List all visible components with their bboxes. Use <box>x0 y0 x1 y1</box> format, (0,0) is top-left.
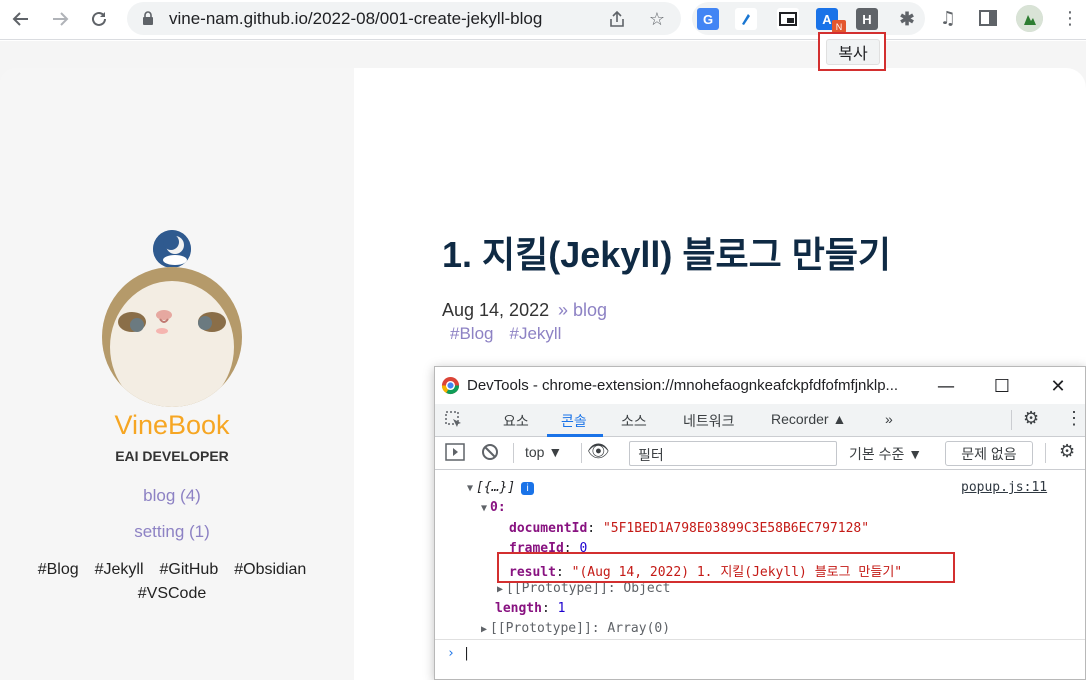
tab-sources[interactable]: 소스 <box>621 411 647 431</box>
chrome-icon <box>441 376 460 395</box>
sidebar-tag[interactable]: #GitHub <box>160 561 219 578</box>
post-category[interactable]: » blog <box>558 300 607 321</box>
collapsed-triangle-icon[interactable]: ▶ <box>497 584 503 595</box>
bookmark-star-icon[interactable]: ☆ <box>645 7 669 31</box>
console-prompt-divider <box>435 639 1085 640</box>
post-tags: #Blog #Jekyll <box>450 324 577 344</box>
sidebar-tag[interactable]: #VSCode <box>138 585 207 602</box>
minimize-icon[interactable]: — <box>931 373 961 399</box>
live-expression-eye-icon[interactable]: 👁 <box>587 441 610 462</box>
address-bar[interactable]: vine-nam.github.io/2022-08/001-create-je… <box>127 2 681 35</box>
inspect-element-icon[interactable] <box>445 411 463 432</box>
index-key: 0: <box>490 500 506 515</box>
puzzle-extensions-icon[interactable]: ✱ <box>896 8 918 30</box>
array-preview: [{…}] <box>476 480 516 495</box>
sidebar-tag-list-row2: #VSCode <box>0 585 344 603</box>
issues-button[interactable]: 문제 없음 <box>945 441 1033 466</box>
console-row-index[interactable]: ▼ 0: <box>481 500 506 515</box>
expand-triangle-icon[interactable]: ▼ <box>481 503 487 514</box>
site-subtitle: EAI DEVELOPER <box>115 448 229 464</box>
console-log-root[interactable]: ▼ [{…}] i <box>467 480 535 495</box>
result-highlight-box <box>497 552 955 583</box>
sidebar-link-setting[interactable]: setting (1) <box>0 522 344 542</box>
divider <box>1045 443 1046 463</box>
back-icon[interactable] <box>8 6 34 32</box>
url-text: vine-nam.github.io/2022-08/001-create-je… <box>169 9 543 28</box>
maximize-icon[interactable]: ☐ <box>987 373 1017 399</box>
console-row-prototype-array[interactable]: ▶ [[Prototype]]: Array(0) <box>481 621 670 636</box>
collapsed-triangle-icon[interactable]: ▶ <box>481 624 487 635</box>
lock-icon <box>143 11 153 25</box>
console-settings-gear-icon[interactable]: ⚙ <box>1059 441 1075 462</box>
tab-elements[interactable]: 요소 <box>503 411 529 431</box>
sidebar-link-blog[interactable]: blog (4) <box>0 486 344 506</box>
post-title: 1. 지킬(Jekyll) 블로그 만들기 <box>442 234 892 275</box>
devtools-window: DevTools - chrome-extension://mnohefaogn… <box>434 366 1086 680</box>
divider <box>513 443 514 463</box>
info-icon: i <box>521 482 535 495</box>
divider <box>1011 410 1012 430</box>
console-prompt[interactable]: › | <box>447 646 470 661</box>
console-filter-input[interactable]: 필터 <box>629 441 837 466</box>
post-tag[interactable]: #Jekyll <box>509 324 561 343</box>
devtools-more-icon[interactable]: ⋮ <box>1065 408 1083 429</box>
devtools-title: DevTools - chrome-extension://mnohefaogn… <box>467 377 899 394</box>
category-link[interactable]: blog <box>573 300 607 320</box>
log-level-selector[interactable]: 기본 수준 ▼ <box>849 444 922 464</box>
tab-more[interactable]: » <box>885 411 893 427</box>
screen: vine-nam.github.io/2022-08/001-create-je… <box>0 0 1086 680</box>
profile-cat-photo <box>102 267 242 407</box>
more-menu-icon[interactable]: ⋮ <box>1058 6 1082 30</box>
side-panel-icon[interactable] <box>976 6 1000 30</box>
console-toolbar: top ▼ 👁 필터 기본 수준 ▼ 문제 없음 ⚙ <box>435 437 1085 470</box>
console-row-length: length: 1 <box>495 601 566 616</box>
settings-gear-icon[interactable]: ⚙ <box>1023 408 1039 429</box>
extension-h-icon[interactable]: H <box>856 8 878 30</box>
post-tag[interactable]: #Blog <box>450 324 493 343</box>
profile-avatar[interactable] <box>1016 5 1043 32</box>
devtools-titlebar: DevTools - chrome-extension://mnohefaogn… <box>435 367 1085 404</box>
expand-triangle-icon[interactable]: ▼ <box>467 483 473 494</box>
tab-recorder[interactable]: Recorder ▲ <box>771 411 846 427</box>
site-title[interactable]: VineBook <box>0 410 344 441</box>
tooltip-highlight: 복사 <box>818 32 886 71</box>
prop-value: 1 <box>557 601 566 616</box>
prototype-value: [[Prototype]]: Array(0) <box>490 621 671 636</box>
browser-toolbar: vine-nam.github.io/2022-08/001-create-je… <box>0 0 1086 40</box>
copy-tooltip: 복사 <box>826 39 880 65</box>
extensions-bar: G A H ✱ <box>692 2 925 35</box>
source-link[interactable]: popup.js:11 <box>961 480 1047 495</box>
prototype-value: [[Prototype]]: Object <box>506 581 671 596</box>
site-logo-moon[interactable] <box>153 230 191 268</box>
prop-value: "5F1BED1A798E03899C3E58B6EC797128" <box>602 521 870 536</box>
category-prefix: » <box>558 300 569 320</box>
console-row-prototype-object[interactable]: ▶ [[Prototype]]: Object <box>497 581 670 596</box>
close-icon[interactable]: ✕ <box>1043 373 1073 399</box>
sidebar-toggle-icon[interactable] <box>445 443 465 464</box>
clear-console-icon[interactable] <box>481 443 499 464</box>
picture-in-picture-icon[interactable] <box>777 8 799 30</box>
extension-dark-icon[interactable] <box>735 8 757 30</box>
sidebar-tag[interactable]: #Jekyll <box>95 561 144 578</box>
tab-console[interactable]: 콘솔 <box>561 411 587 431</box>
devtools-tabs: 요소 콘솔 소스 네트워크 Recorder ▲ » ⚙ ⋮ <box>435 404 1085 437</box>
prop-key: documentId <box>509 521 588 536</box>
console-row-documentid: documentId: "5F1BED1A798E03899C3E58B6EC7… <box>509 521 870 536</box>
google-translate-icon[interactable]: G <box>697 8 719 30</box>
sidebar-tag[interactable]: #Obsidian <box>234 561 306 578</box>
sidebar-tag-list: #Blog #Jekyll #GitHub #Obsidian <box>0 561 344 579</box>
share-icon[interactable] <box>605 7 629 31</box>
context-selector[interactable]: top ▼ <box>525 444 562 460</box>
post-date: Aug 14, 2022 <box>442 300 550 320</box>
divider <box>581 443 582 463</box>
sidebar-tag[interactable]: #Blog <box>38 561 79 578</box>
reload-icon[interactable] <box>86 6 112 32</box>
forward-icon[interactable] <box>47 6 73 32</box>
tab-network[interactable]: 네트워크 <box>683 411 735 431</box>
prop-key: length <box>495 601 542 616</box>
media-queue-icon[interactable]: ♫ <box>936 6 960 30</box>
